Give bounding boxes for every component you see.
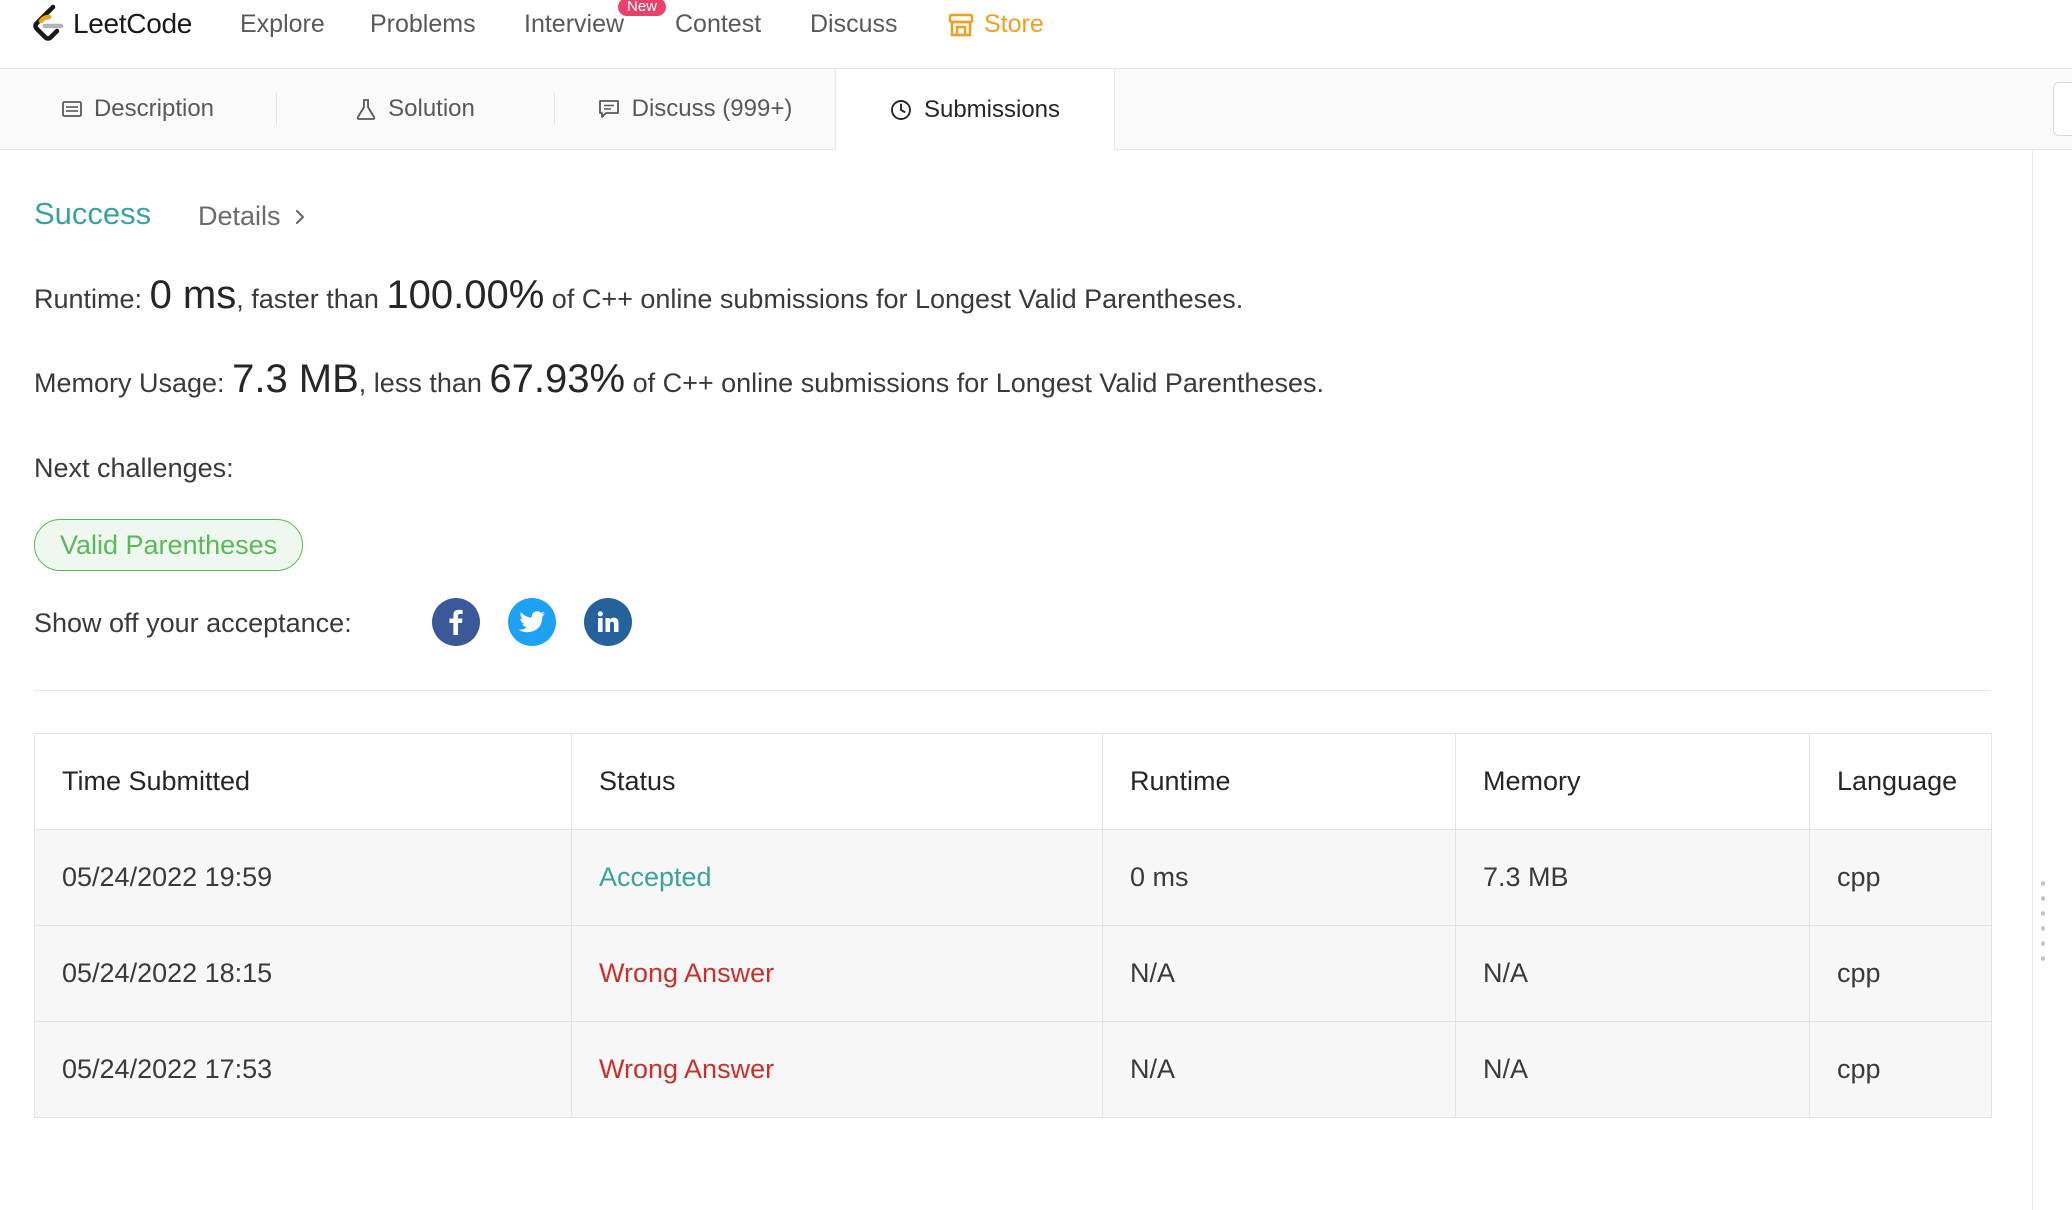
logo-text: LeetCode	[73, 8, 193, 39]
twitter-share-button[interactable]	[508, 598, 556, 646]
cell-status-link[interactable]: Wrong Answer	[571, 925, 1103, 1022]
clock-icon	[891, 99, 911, 120]
memory-value: 7.3 MB	[232, 357, 359, 401]
tab-description-label: Description	[93, 95, 215, 122]
nav-contest[interactable]: Contest	[675, 10, 761, 39]
linkedin-share-button[interactable]	[584, 598, 632, 646]
memory-mid: , less than	[358, 368, 482, 398]
twitter-icon	[518, 611, 545, 633]
tab-discuss[interactable]: Discuss (999+)	[555, 69, 835, 149]
table-row: 05/24/2022 19:59 Accepted 0 ms 7.3 MB cp…	[34, 829, 1992, 926]
cell-language: cpp	[1809, 1021, 1992, 1118]
memory-summary: Memory Usage: 7.3 MB, less than 67.93% o…	[34, 357, 1324, 402]
store-icon	[948, 13, 974, 36]
problem-tab-bar: Description Solution Discuss (999+) Subm…	[0, 69, 2072, 150]
tab-solution-label: Solution	[388, 95, 475, 122]
store-label: Store	[984, 10, 1044, 38]
comment-icon	[598, 100, 619, 118]
header-language: Language	[1809, 733, 1992, 830]
next-challenges-label: Next challenges:	[34, 453, 234, 483]
cell-language: cpp	[1809, 925, 1992, 1022]
memory-suffix: of C++ online submissions for Longest Va…	[632, 368, 1324, 398]
next-challenge-valid-parentheses[interactable]: Valid Parentheses	[34, 519, 304, 571]
cell-time: 05/24/2022 19:59	[34, 829, 572, 926]
share-label: Show off your acceptance:	[34, 608, 352, 638]
cell-runtime: N/A	[1102, 925, 1456, 1022]
leetcode-logo[interactable]: LeetCode	[31, 4, 192, 44]
flask-icon	[356, 99, 376, 120]
leetcode-logo-icon	[33, 4, 64, 41]
tab-description[interactable]: Description	[0, 69, 276, 149]
memory-label: Memory Usage:	[34, 368, 225, 398]
details-link[interactable]: Details	[198, 201, 305, 232]
chevron-right-icon	[295, 209, 304, 224]
nav-problems[interactable]: Problems	[370, 10, 476, 39]
runtime-label: Runtime:	[34, 284, 143, 314]
panel-divider[interactable]	[2032, 149, 2033, 1210]
tab-submissions-label: Submissions	[923, 95, 1061, 123]
cell-status-link[interactable]: Accepted	[571, 829, 1103, 926]
runtime-percent: 100.00%	[386, 273, 545, 317]
cell-memory: N/A	[1455, 925, 1810, 1022]
linkedin-icon	[597, 611, 619, 632]
tab-submissions[interactable]: Submissions	[835, 69, 1115, 150]
cell-status-link[interactable]: Wrong Answer	[571, 1021, 1103, 1118]
result-status: Success	[34, 196, 152, 231]
nav-interview[interactable]: Interview	[524, 10, 624, 39]
section-divider	[34, 690, 1991, 691]
details-label: Details	[198, 201, 281, 231]
runtime-value: 0 ms	[149, 273, 237, 317]
cell-memory: N/A	[1455, 1021, 1810, 1118]
nav-discuss[interactable]: Discuss	[810, 10, 898, 39]
header-status: Status	[571, 733, 1103, 830]
cell-runtime: 0 ms	[1102, 829, 1456, 926]
nav-explore[interactable]: Explore	[240, 10, 325, 39]
new-badge: New	[618, 0, 667, 16]
cell-language: cpp	[1809, 829, 1992, 926]
cell-time: 05/24/2022 18:15	[34, 925, 572, 1022]
facebook-share-button[interactable]	[432, 598, 480, 646]
resize-handle[interactable]	[2041, 876, 2045, 966]
header-runtime: Runtime	[1102, 733, 1456, 830]
cell-runtime: N/A	[1102, 1021, 1456, 1118]
runtime-summary: Runtime: 0 ms, faster than 100.00% of C+…	[34, 273, 1243, 318]
cell-memory: 7.3 MB	[1455, 829, 1810, 926]
runtime-mid: , faster than	[236, 284, 379, 314]
top-navbar: LeetCode Explore Problems Interview New …	[0, 0, 2072, 69]
nav-store[interactable]: Store	[948, 10, 1044, 39]
header-memory: Memory	[1455, 733, 1810, 830]
submissions-table: Time Submitted Status Runtime Memory Lan…	[34, 733, 1992, 1118]
description-icon	[62, 101, 82, 117]
table-header-row: Time Submitted Status Runtime Memory Lan…	[34, 733, 1992, 830]
tab-solution[interactable]: Solution	[277, 69, 554, 149]
table-row: 05/24/2022 18:15 Wrong Answer N/A N/A cp…	[34, 925, 1992, 1022]
memory-percent: 67.93%	[489, 357, 626, 401]
cell-time: 05/24/2022 17:53	[34, 1021, 572, 1118]
runtime-suffix: of C++ online submissions for Longest Va…	[551, 284, 1244, 314]
header-time-submitted: Time Submitted	[34, 733, 572, 830]
table-row: 05/24/2022 17:53 Wrong Answer N/A N/A cp…	[34, 1021, 1992, 1118]
tab-discuss-label: Discuss (999+)	[631, 95, 793, 122]
editor-panel-control[interactable]	[2053, 82, 2072, 136]
facebook-icon	[449, 609, 463, 635]
